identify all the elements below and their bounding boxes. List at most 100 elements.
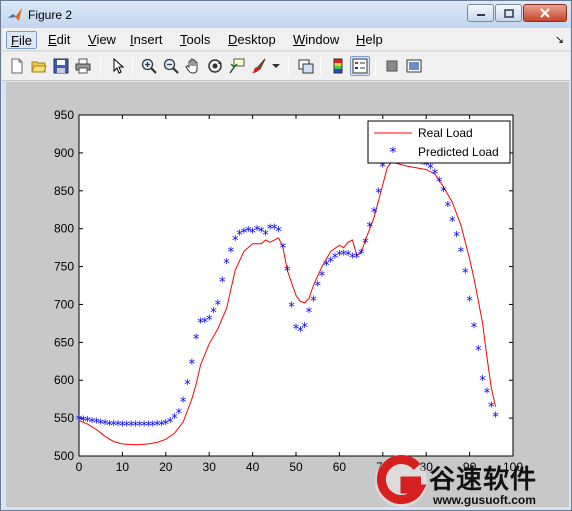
x-tick-label: 10: [116, 460, 130, 474]
brush-dropdown-icon: [272, 64, 280, 68]
menu-edit-label: dit: [56, 32, 71, 47]
data-point-predicted-load: *: [284, 264, 291, 279]
legend-label-predicted-load: Predicted Load: [418, 145, 499, 159]
data-point-predicted-load: *: [471, 321, 478, 336]
menu-tools[interactable]: Tools: [176, 31, 214, 49]
pan-button[interactable]: [183, 56, 203, 76]
data-point-predicted-load: *: [462, 267, 469, 282]
y-tick-label: 500: [54, 449, 74, 463]
insert-colorbar-button[interactable]: [328, 56, 348, 76]
link-plot-button[interactable]: [296, 56, 316, 76]
data-point-predicted-load: *: [458, 245, 465, 260]
watermark-brand: 谷速软件: [429, 465, 538, 495]
close-icon: [540, 8, 550, 18]
data-point-predicted-load: *: [367, 220, 374, 235]
menu-tools-label: ools: [186, 32, 211, 47]
zoom-out-button[interactable]: [161, 56, 181, 76]
insert-colorbar-icon: [333, 58, 343, 74]
y-tick-label: 550: [54, 411, 74, 425]
menu-help[interactable]: Help: [352, 31, 387, 49]
data-point-predicted-load: *: [180, 395, 187, 410]
dock-arrow-icon[interactable]: ↘: [555, 33, 564, 46]
minimize-button[interactable]: [467, 4, 494, 22]
close-button[interactable]: [523, 4, 567, 22]
pan-icon: [185, 58, 198, 74]
rotate-3d-icon: [208, 59, 222, 73]
zoom-out-icon: [163, 58, 179, 74]
menu-view[interactable]: View: [84, 31, 120, 49]
insert-legend-button[interactable]: [350, 56, 370, 76]
menu-insert-label: nsert: [133, 32, 163, 47]
x-tick-label: 20: [159, 460, 173, 474]
data-point-predicted-load: *: [449, 215, 456, 230]
y-tick-label: 900: [54, 146, 74, 160]
toolbar-separator: [288, 57, 289, 76]
save-button[interactable]: [51, 56, 71, 76]
data-point-predicted-load: *: [466, 295, 473, 310]
menu-window[interactable]: Window: [289, 31, 343, 49]
title-bar[interactable]: Figure 2: [1, 1, 571, 28]
x-tick-label: 30: [203, 460, 217, 474]
data-point-predicted-load: *: [310, 295, 317, 310]
data-point-predicted-load: *: [440, 185, 447, 200]
new-figure-button[interactable]: [7, 56, 27, 76]
menu-window-label: indow: [305, 32, 340, 47]
data-point-predicted-load: *: [215, 298, 222, 313]
brush-button[interactable]: [249, 56, 269, 76]
maximize-button[interactable]: [495, 4, 522, 22]
edit-plot-button[interactable]: [108, 56, 128, 76]
x-tick-label: 50: [289, 460, 303, 474]
zoom-in-button[interactable]: [139, 56, 159, 76]
x-tick-label: 40: [246, 460, 260, 474]
minimize-icon: [476, 14, 485, 16]
menu-file[interactable]: File: [6, 31, 37, 49]
data-point-predicted-load: *: [189, 358, 196, 373]
toolbar-separator: [320, 57, 321, 76]
data-point-predicted-load: *: [484, 386, 491, 401]
save-icon: [53, 58, 69, 74]
data-point-predicted-load: *: [219, 276, 226, 291]
hide-plot-tools-button[interactable]: [382, 56, 402, 76]
menu-edit[interactable]: Edit: [44, 31, 74, 49]
brush-dropdown-button[interactable]: [270, 56, 282, 76]
print-button[interactable]: [73, 56, 93, 76]
data-point-predicted-load: *: [492, 411, 499, 426]
data-point-predicted-load: *: [193, 333, 200, 348]
y-tick-label: 650: [54, 335, 74, 349]
load-chart: 0102030405060708090100500550600650700750…: [54, 108, 523, 474]
menu-desktop-label: esktop: [237, 32, 276, 47]
toolbar-separator: [375, 57, 376, 76]
legend-label-real-load: Real Load: [418, 126, 473, 140]
data-point-predicted-load: *: [288, 301, 295, 316]
menu-help-label: elp: [365, 32, 383, 47]
open-file-button[interactable]: [29, 56, 49, 76]
watermark: 谷速软件 www.gusuoft.com: [373, 453, 569, 509]
menu-insert[interactable]: Insert: [126, 31, 167, 49]
plot-axes: [78, 114, 514, 457]
toolbar-separator: [100, 57, 101, 76]
y-tick-label: 850: [54, 184, 74, 198]
watermark-url: www.gusuoft.com: [433, 493, 536, 507]
menu-desktop[interactable]: Desktop: [224, 31, 280, 49]
y-tick-label: 600: [54, 373, 74, 387]
menu-view-label: iew: [96, 32, 116, 47]
show-plot-tools-button[interactable]: [404, 56, 424, 76]
data-point-predicted-load: *: [445, 200, 452, 215]
open-file-icon: [31, 61, 47, 73]
show-plot-tools-icon: [406, 59, 422, 73]
toolbar-separator: [132, 57, 133, 76]
legend[interactable]: Real Load * Predicted Load: [367, 120, 511, 164]
insert-legend-icon: [352, 58, 368, 74]
new-figure-icon: [11, 58, 23, 74]
data-point-predicted-load: *: [184, 378, 191, 393]
menu-help-mnemonic: H: [356, 32, 366, 47]
menu-window-mnemonic: W: [293, 32, 306, 47]
data-cursor-button[interactable]: [227, 56, 247, 76]
rotate-3d-button[interactable]: [205, 56, 225, 76]
y-tick-label: 700: [54, 297, 74, 311]
menu-desktop-mnemonic: D: [228, 32, 238, 47]
legend-swatch-predicted-load: *: [390, 145, 397, 161]
y-tick-label: 800: [54, 222, 74, 236]
x-tick-label: 60: [333, 460, 347, 474]
figure-window: Figure 2 File Edit View Insert Tools Des…: [0, 0, 572, 511]
